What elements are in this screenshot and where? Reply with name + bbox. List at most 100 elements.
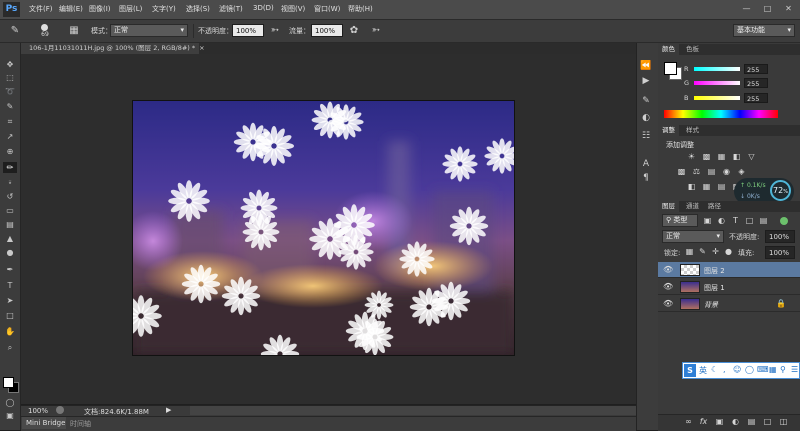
color-balance-icon[interactable]: ⚖ <box>691 167 702 177</box>
layer-name[interactable]: 背景 <box>704 300 718 310</box>
layer-style-icon[interactable]: fx <box>698 417 709 427</box>
panel-foreground-swatch[interactable] <box>664 62 677 75</box>
marquee-tool-icon[interactable]: ⬚ <box>3 72 17 83</box>
menu-item[interactable]: 文字(Y) <box>152 4 176 14</box>
threshold-icon[interactable]: ▤ <box>716 182 727 192</box>
hue-saturation-icon[interactable]: ▩ <box>676 167 687 177</box>
channels-tab[interactable]: 通道 <box>682 201 703 212</box>
ime-tools-icon[interactable]: ▦ <box>769 365 777 374</box>
lasso-tool-icon[interactable]: ➰ <box>3 86 17 97</box>
ime-softkeyboard-icon[interactable]: ⌨ <box>757 365 769 374</box>
timeline-tab[interactable]: 时间轴 <box>70 419 91 429</box>
brush-panel-toggle-icon[interactable]: ▦ <box>67 24 81 38</box>
menu-item[interactable]: 文件(F) <box>29 4 53 14</box>
close-button[interactable]: ✕ <box>782 3 795 15</box>
menu-item[interactable]: 选择(S) <box>186 4 210 14</box>
channel-mixer-icon[interactable]: ◈ <box>736 167 747 177</box>
screen-mode-icon[interactable]: ▣ <box>3 410 17 421</box>
visibility-eye-icon[interactable]: 👁 <box>663 265 673 275</box>
layer-opacity-field[interactable]: 100% <box>765 230 795 243</box>
zoom-level[interactable]: 100% <box>28 407 48 415</box>
menu-item[interactable]: 视图(V) <box>281 4 305 14</box>
lock-transparent-icon[interactable]: ▦ <box>684 247 695 257</box>
hand-tool-icon[interactable]: ✋ <box>3 326 17 337</box>
opacity-field[interactable]: 100% <box>232 24 264 37</box>
menu-item[interactable]: 帮助(H) <box>348 4 373 14</box>
new-adjustment-layer-icon[interactable]: ◐ <box>730 417 741 427</box>
quick-mask-icon[interactable]: ◯ <box>3 397 17 408</box>
new-layer-icon[interactable]: □ <box>762 417 773 427</box>
ime-skin-icon[interactable]: ◯ <box>745 365 754 374</box>
lock-all-icon[interactable]: ● <box>723 247 734 257</box>
clone-source-icon[interactable]: ◐ <box>640 112 652 124</box>
brush-tool-icon[interactable]: ✏ <box>3 162 17 173</box>
channel-b-slider[interactable] <box>694 96 740 100</box>
actions-panel-icon[interactable]: ▶ <box>640 75 652 87</box>
flow-field[interactable]: 100% <box>311 24 343 37</box>
blend-mode-select[interactable]: 正常 ▾ <box>662 230 724 243</box>
brush-preset-picker[interactable]: 69 <box>38 24 52 38</box>
channel-r-slider[interactable] <box>694 67 740 71</box>
eyedropper-tool-icon[interactable]: ↗ <box>3 131 17 142</box>
paragraph-panel-icon[interactable]: ¶ <box>640 172 652 184</box>
brush-panel-icon[interactable]: ✎ <box>640 95 652 107</box>
airbrush-icon[interactable]: ✿ <box>347 24 361 38</box>
mini-bridge-tab[interactable]: Mini Bridge <box>22 417 66 429</box>
layer-row[interactable]: 👁 图层 1 <box>658 279 800 295</box>
menu-item[interactable]: 窗口(W) <box>314 4 340 14</box>
layer-name[interactable]: 图层 2 <box>704 266 725 276</box>
lock-image-icon[interactable]: ✎ <box>697 247 708 257</box>
character-panel-icon[interactable]: A <box>640 158 652 170</box>
filter-adjustment-icon[interactable]: ◐ <box>716 216 727 226</box>
menu-item[interactable]: 编辑(E) <box>59 4 83 14</box>
channel-g-value[interactable]: 255 <box>744 78 768 88</box>
document-tab[interactable]: 106-1月11031011H.jpg @ 100% (图层 2, RGB/8#… <box>21 43 205 54</box>
swatches-tab[interactable]: 色板 <box>682 44 703 55</box>
trash-icon[interactable]: ◫ <box>778 417 789 427</box>
pressure-size-icon[interactable]: ➳ <box>369 24 383 38</box>
lock-position-icon[interactable]: ✛ <box>710 247 721 257</box>
clone-stamp-tool-icon[interactable]: ⍣ <box>3 177 17 188</box>
posterize-icon[interactable]: ▦ <box>701 182 712 192</box>
eraser-tool-icon[interactable]: ▭ <box>3 205 17 216</box>
history-panel-icon[interactable]: ⏪ <box>640 60 652 72</box>
channel-r-value[interactable]: 255 <box>744 64 768 74</box>
layers-tab[interactable]: 图层 <box>658 201 679 212</box>
channel-g-slider[interactable] <box>694 81 740 85</box>
ime-emoji-icon[interactable]: ☺ <box>733 365 741 374</box>
link-layers-icon[interactable]: ∞ <box>683 417 694 427</box>
document-canvas-image[interactable] <box>133 101 514 355</box>
color-tab[interactable]: 颜色 <box>658 44 679 55</box>
filter-shape-icon[interactable]: □ <box>744 216 755 226</box>
filter-type-icon[interactable]: T <box>730 216 741 226</box>
vibrance-icon[interactable]: ▽ <box>746 152 757 162</box>
blur-tool-icon[interactable]: ▲ <box>3 233 17 244</box>
spot-heal-tool-icon[interactable]: ⊕ <box>3 146 17 157</box>
photo-filter-icon[interactable]: ◉ <box>721 167 732 177</box>
adjustments-tab[interactable]: 调整 <box>658 125 679 136</box>
curves-icon[interactable]: ▦ <box>716 152 727 162</box>
filter-toggle-icon[interactable] <box>780 217 788 225</box>
color-spectrum-bar[interactable] <box>664 110 778 118</box>
share-icon[interactable] <box>56 406 64 414</box>
menu-item[interactable]: 3D(D) <box>253 4 274 12</box>
crop-tool-icon[interactable]: ⌗ <box>3 116 17 127</box>
ime-search-icon[interactable]: ⚲ <box>780 365 786 374</box>
menu-item[interactable]: 图层(L) <box>119 4 142 14</box>
properties-icon[interactable]: ☷ <box>640 130 652 142</box>
paths-tab[interactable]: 路径 <box>704 201 725 212</box>
maximize-button[interactable]: □ <box>761 3 774 15</box>
minimize-button[interactable]: — <box>740 3 753 15</box>
layer-row[interactable]: 👁 图层 2 <box>658 262 800 278</box>
exposure-icon[interactable]: ◧ <box>731 152 742 162</box>
zoom-tool-icon[interactable]: ⌕ <box>3 342 17 353</box>
visibility-eye-icon[interactable]: 👁 <box>663 282 673 292</box>
close-tab-icon[interactable]: × <box>199 44 204 52</box>
gradient-tool-icon[interactable]: ▤ <box>3 219 17 230</box>
input-method-bar[interactable]: S 英 ☾ , ☺ ◯ ⌨ ▦ ⚲ ☰ <box>682 362 800 379</box>
add-mask-icon[interactable]: ▣ <box>714 417 725 427</box>
layer-name[interactable]: 图层 1 <box>704 283 725 293</box>
workspace-select[interactable]: 基本功能 ▾ <box>733 24 795 37</box>
ime-fullwidth-icon[interactable]: , <box>723 365 726 374</box>
layer-filter-select[interactable]: ⚲ 类型 <box>662 214 698 227</box>
